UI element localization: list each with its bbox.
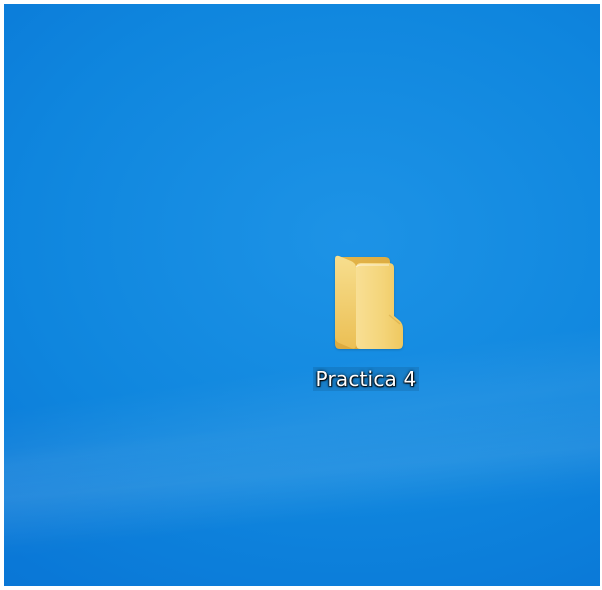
folder-label: Practica 4 [312,367,420,391]
folder-icon [335,255,403,349]
desktop-item-practica-4[interactable]: Practica 4 [300,242,432,407]
desktop: Practica 4 [4,4,600,586]
